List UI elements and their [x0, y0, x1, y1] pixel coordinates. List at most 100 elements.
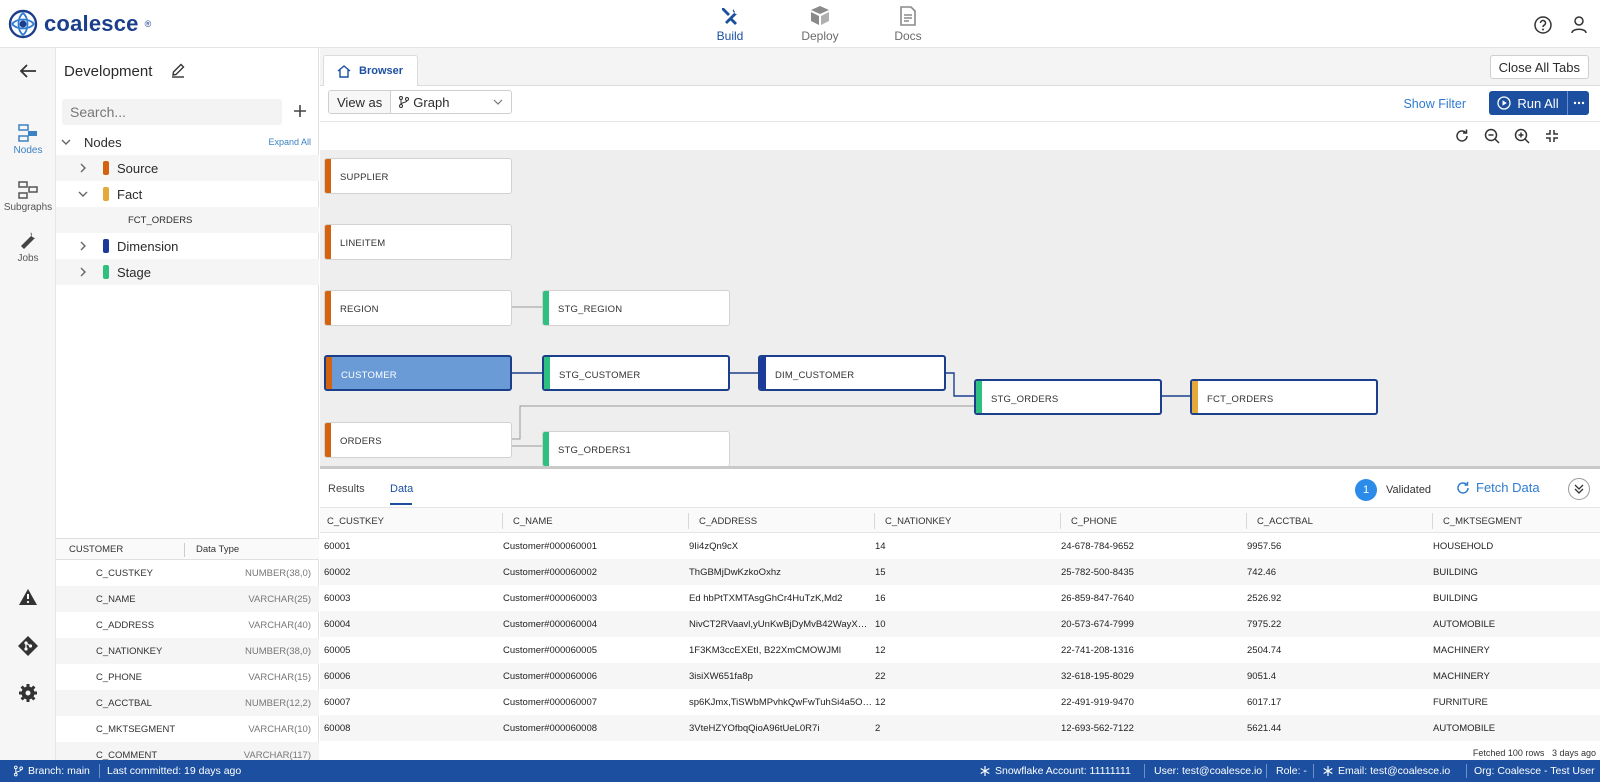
table-row[interactable]: 60003 Customer#000060003 Ed hbPtTXMTAsgGhC… — [320, 585, 1600, 611]
run-options-button[interactable] — [1567, 91, 1589, 115]
rail-nodes[interactable]: Nodes — [0, 124, 56, 156]
column-data-type: VARCHAR(25) — [248, 594, 311, 605]
snowflake-status[interactable]: Snowflake Account: 11111111 — [980, 765, 1131, 777]
user-menu-button[interactable] — [1568, 14, 1590, 36]
nav-deploy[interactable]: Deploy — [785, 6, 855, 43]
column-resize-handle[interactable] — [1060, 513, 1061, 529]
column-resize-handle[interactable] — [1432, 513, 1433, 529]
column-row[interactable]: C_MKTSEGMENT VARCHAR(10) — [56, 716, 319, 742]
table-row[interactable]: 60006 Customer#000060006 3isiXW651fa8p 22 32… — [320, 663, 1600, 689]
help-button[interactable] — [1532, 14, 1554, 36]
table-cell: 15 — [875, 567, 886, 578]
column-header[interactable]: C_PHONE — [1071, 516, 1117, 527]
tree-group-stage[interactable]: Stage — [56, 259, 319, 285]
graph-node-lineitem[interactable]: LINEITEM — [324, 224, 512, 260]
graph-node-region[interactable]: REGION — [324, 290, 512, 326]
fit-view-button[interactable] — [1543, 127, 1561, 145]
refresh-graph-button[interactable] — [1453, 127, 1471, 145]
user-icon — [1571, 16, 1587, 34]
column-resize-handle[interactable] — [502, 513, 503, 529]
zoom-out-button[interactable] — [1483, 127, 1501, 145]
column-row[interactable]: C_NATIONKEY NUMBER(38,0) — [56, 638, 319, 664]
graph-node-stg-customer[interactable]: STG_CUSTOMER — [542, 355, 730, 391]
rail-jobs[interactable]: Jobs — [0, 230, 56, 264]
column-type-header: Data Type — [196, 544, 240, 555]
column-resize-handle[interactable] — [1246, 513, 1247, 529]
view-mode-select[interactable]: Graph — [391, 91, 511, 113]
table-row[interactable]: 60004 Customer#000060004 NivCT2RVaavl,yUnK… — [320, 611, 1600, 637]
back-button[interactable] — [13, 56, 43, 86]
rail-subgraphs[interactable]: Subgraphs — [0, 181, 56, 213]
column-row[interactable]: C_ADDRESS VARCHAR(40) — [56, 612, 319, 638]
table-cell: Customer#000060006 — [503, 671, 598, 682]
column-header[interactable]: C_MKTSEGMENT — [1443, 516, 1522, 527]
git-button[interactable] — [0, 636, 56, 656]
problems-button[interactable] — [0, 588, 56, 606]
workspace-title: Development — [64, 63, 153, 80]
tree-group-fact[interactable]: Fact — [56, 181, 319, 207]
tree-group-dimension[interactable]: Dimension — [56, 233, 319, 259]
add-node-button[interactable] — [288, 99, 312, 123]
column-header[interactable]: C_NATIONKEY — [885, 516, 951, 527]
edit-workspace-button[interactable] — [170, 62, 186, 81]
run-all-button[interactable]: Run All — [1489, 91, 1567, 115]
table-row[interactable]: 60008 Customer#000060008 3VteHZYOfbqQioA96… — [320, 715, 1600, 741]
node-label: STG_REGION — [558, 304, 623, 315]
column-header[interactable]: C_CUSTKEY — [327, 516, 384, 527]
tree-group-source[interactable]: Source — [56, 155, 319, 181]
table-cell: 2504.74 — [1247, 645, 1282, 656]
column-header[interactable]: C_ADDRESS — [699, 516, 757, 527]
settings-button[interactable] — [0, 683, 56, 703]
tree-node-fct-orders[interactable]: FCT_ORDERS — [56, 207, 319, 233]
node-search-input[interactable] — [62, 99, 282, 125]
graph-node-stg-region[interactable]: STG_REGION — [542, 290, 730, 326]
nodes-icon — [18, 124, 37, 142]
graph-node-stg-orders1[interactable]: STG_ORDERS1 — [542, 431, 730, 466]
table-cell: 9Ii4zQn9cX — [689, 541, 739, 552]
fetch-data-button[interactable]: Fetch Data — [1456, 480, 1540, 495]
column-resize-handle[interactable] — [874, 513, 875, 529]
column-row[interactable]: C_ACCTBAL NUMBER(12,2) — [56, 690, 319, 716]
branch-status[interactable]: Branch: main — [14, 765, 90, 777]
table-row[interactable]: 60005 Customer#000060005 1F3KM3ccEXEtI, B2… — [320, 637, 1600, 663]
dag-graph-canvas[interactable]: SUPPLIER LINEITEM REGION CUSTOMER ORDERS… — [320, 150, 1600, 466]
table-cell: AUTOMOBILE — [1433, 619, 1496, 630]
column-data-type: NUMBER(38,0) — [245, 568, 311, 579]
column-data-type: NUMBER(12,2) — [245, 698, 311, 709]
show-filter-link[interactable]: Show Filter — [1403, 97, 1466, 111]
graph-node-stg-orders[interactable]: STG_ORDERS — [974, 379, 1162, 415]
nav-docs[interactable]: Docs — [873, 6, 943, 43]
tab-data[interactable]: Data — [390, 483, 413, 495]
graph-node-fct-orders[interactable]: FCT_ORDERS — [1190, 379, 1378, 415]
table-row[interactable]: 60007 Customer#000060007 sp6KJmx,TiSWbMPvh… — [320, 689, 1600, 715]
table-cell: 742.46 — [1247, 567, 1277, 578]
column-header[interactable]: C_NAME — [513, 516, 553, 527]
app-logo[interactable]: coalesce ® — [8, 9, 151, 39]
column-resize-handle[interactable] — [688, 513, 689, 529]
collapse-panel-button[interactable] — [1568, 478, 1590, 500]
table-cell: 2 — [875, 723, 881, 734]
table-row[interactable]: 60001 Customer#000060001 9Ii4zQn9cX 14 24-67… — [320, 533, 1600, 559]
view-as-control: View as Graph — [328, 90, 513, 114]
zoom-in-button[interactable] — [1513, 127, 1531, 145]
more-horizontal-icon — [1573, 101, 1584, 105]
tree-root-nodes[interactable]: Nodes Expand All — [56, 129, 319, 155]
nav-build[interactable]: Build — [695, 6, 765, 43]
graph-node-customer[interactable]: CUSTOMER — [324, 355, 512, 391]
fetched-info: Fetched 100 rows 3 days ago — [1473, 748, 1596, 758]
graph-node-dim-customer[interactable]: DIM_CUSTOMER — [758, 355, 946, 391]
column-row[interactable]: C_NAME VARCHAR(25) — [56, 586, 319, 612]
graph-node-supplier[interactable]: SUPPLIER — [324, 158, 512, 194]
graph-node-orders[interactable]: ORDERS — [324, 422, 512, 458]
tab-results[interactable]: Results — [328, 483, 365, 495]
close-all-tabs-button[interactable]: Close All Tabs — [1489, 55, 1589, 79]
expand-all-link[interactable]: Expand All — [268, 137, 311, 147]
column-row[interactable]: C_PHONE VARCHAR(15) — [56, 664, 319, 690]
column-header[interactable]: C_ACCTBAL — [1257, 516, 1313, 527]
table-cell: 5621.44 — [1247, 723, 1282, 734]
column-row[interactable]: C_CUSTKEY NUMBER(38,0) — [56, 560, 319, 586]
tab-browser[interactable]: Browser — [323, 55, 418, 86]
table-cell: 32-618-195-8029 — [1061, 671, 1134, 682]
table-row[interactable]: 60002 Customer#000060002 ThGBMjDwKzkoOxhz 1… — [320, 559, 1600, 585]
left-rail: Nodes Subgraphs Jobs — [0, 48, 56, 760]
